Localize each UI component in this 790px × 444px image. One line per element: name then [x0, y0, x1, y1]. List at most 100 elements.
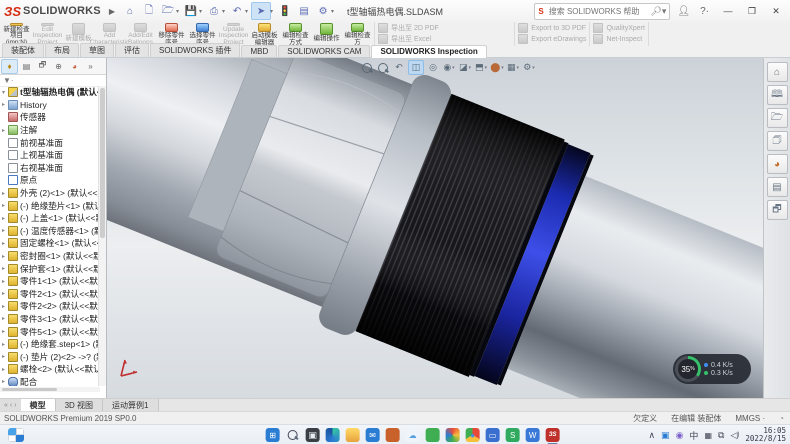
search-icon[interactable] — [286, 428, 300, 442]
tree-horizontal-scrollbar[interactable] — [0, 387, 100, 392]
tag-icon[interactable]: ◔ — [779, 414, 784, 423]
tab-装配体[interactable]: 装配体 — [2, 43, 44, 57]
dynamic-annotation-icon[interactable]: ◎ — [426, 61, 440, 74]
panel-tab-display-manager[interactable]: ◕ — [67, 60, 82, 73]
tree-item[interactable]: ▸零件1<1> (默认<<默认>_显示状态 — [0, 275, 100, 288]
panel-tab-property-manager[interactable]: ▤ — [19, 60, 34, 73]
taskbar-clock[interactable]: 16:05 2022/8/15 — [745, 427, 786, 443]
view-orientation-dropdown-arrow[interactable]: ▾ — [485, 65, 488, 71]
onedrive-icon[interactable]: ▣ — [661, 430, 670, 441]
zoom-to-area-icon[interactable] — [376, 61, 390, 74]
w-app-icon[interactable]: W — [526, 428, 540, 442]
tree-item[interactable]: ▸(-) 垫片 (2)<2> ->? (默认<<默认 — [0, 350, 100, 363]
select-cursor-icon[interactable]: ➤ — [251, 2, 271, 20]
tree-vertical-scrollbar[interactable] — [98, 86, 106, 386]
search-magnifier-icon[interactable]: 🔎︎▾ — [650, 6, 666, 17]
new-document-icon[interactable]: 🗋 — [140, 3, 158, 19]
cloud-app-icon[interactable]: ☁ — [406, 428, 420, 442]
view-settings-dropdown-arrow[interactable]: ▾ — [532, 65, 535, 71]
tab-solidworks-插件[interactable]: SOLIDWORKS 插件 — [150, 43, 240, 57]
tree-item[interactable]: 上视基准面 — [0, 149, 100, 162]
search-box[interactable]: S 🔎︎▾ — [534, 3, 670, 20]
zoom-to-fit-icon[interactable] — [360, 61, 374, 74]
green-app-icon[interactable] — [426, 428, 440, 442]
interference-check-icon[interactable]: 🚦 — [276, 3, 294, 19]
mail-icon[interactable]: ✉ — [366, 428, 380, 442]
minimize-button[interactable]: — — [716, 0, 740, 22]
chrome-icon[interactable]: ● — [466, 428, 480, 442]
apply-scene-dropdown-arrow[interactable]: ▾ — [517, 65, 520, 71]
tree-root-item[interactable]: ▾t型轴辐热电偶 (默认<默认_显示状态-1 — [0, 86, 100, 99]
tree-item[interactable]: ▸零件2<1> (默认<<默认>_显示状态 — [0, 288, 100, 301]
device-app-icon[interactable]: ▭ — [486, 428, 500, 442]
close-button[interactable]: ✕ — [764, 0, 788, 22]
tree-item[interactable]: ▸(-) 绝缘套.step<1> (默认<<默认> — [0, 338, 100, 351]
tree-item[interactable]: ▸螺栓<2> (默认<<默认>_显示状态 — [0, 363, 100, 376]
doc-tab-3D-视图[interactable]: 3D 视图 — [56, 399, 103, 411]
custom-properties-icon[interactable]: ▤ — [767, 177, 788, 197]
section-view-icon[interactable]: ◫ — [408, 60, 424, 75]
cast-display-icon[interactable]: ⧉ — [718, 430, 724, 441]
display-style-icon[interactable]: ◪▾ — [458, 61, 472, 74]
hide-show-items-dropdown-arrow[interactable]: ▾ — [452, 65, 455, 71]
file-explorer-icon[interactable] — [346, 428, 360, 442]
solidworks-resources-icon[interactable]: ⌂ — [767, 62, 788, 82]
tree-item[interactable]: 前视基准面 — [0, 136, 100, 149]
design-library-icon[interactable]: 🕮 — [767, 85, 788, 105]
undo-dropdown-arrow[interactable]: ▾ — [245, 8, 248, 15]
start-icon[interactable]: ⊞ — [266, 428, 280, 442]
tab-mbd[interactable]: MBD — [241, 45, 277, 57]
ime-language-indicator[interactable]: 中 — [689, 429, 698, 442]
display-style-dropdown-arrow[interactable]: ▾ — [469, 65, 472, 71]
undo-icon[interactable]: ↶ — [228, 3, 246, 19]
panel-tab-feature-manager[interactable]: ♦ — [1, 59, 18, 74]
home-icon[interactable]: ⌂ — [121, 3, 139, 19]
hide-show-items-icon[interactable]: ◉▾ — [442, 61, 456, 74]
ribbon-button-启动模板编辑器[interactable]: 启动模板编辑器 — [249, 22, 280, 46]
hidden-icons-chevron[interactable]: ∧ — [648, 430, 655, 441]
graphics-viewport[interactable]: ↶◫◎◉▾◪▾⬒▾⬤▾▦▾⚙▾ — [107, 58, 763, 398]
solidworks-icon[interactable]: ЗS — [546, 428, 560, 442]
widgets-icon[interactable] — [8, 428, 24, 442]
save-icon[interactable]: 💾 — [182, 3, 200, 19]
panel-tab-dimxpert-manager[interactable]: ⊕ — [51, 60, 66, 73]
tree-item[interactable]: ▸(-) 绝缘垫片<1> (默认<<默认>_显 — [0, 199, 100, 212]
tree-item[interactable]: ▸零件3<1> (默认<<默认>_显示状态 — [0, 313, 100, 326]
help-icon[interactable]: ?· — [697, 6, 712, 17]
doc-tab-运动算例1[interactable]: 运动算例1 — [103, 399, 158, 411]
appearances-scenes-icon[interactable]: ◕ — [767, 154, 788, 174]
tree-item[interactable]: ▸配合 — [0, 376, 100, 386]
tab-solidworks-cam[interactable]: SOLIDWORKS CAM — [278, 45, 370, 57]
tree-item[interactable]: ▸(-) 上盖<1> (默认<<默认>_显示状 — [0, 212, 100, 225]
apply-scene-icon[interactable]: ▦▾ — [506, 61, 520, 74]
tree-item[interactable]: ▸固定螺栓<1> (默认<<默认>_显示 — [0, 237, 100, 250]
task-view-icon[interactable]: ▣ — [306, 428, 320, 442]
view-orientation-icon[interactable]: ⬒▾ — [474, 61, 488, 74]
save-dropdown-arrow[interactable]: ▾ — [199, 8, 202, 15]
options-gear-icon[interactable]: ⚙ — [314, 3, 332, 19]
volume-icon[interactable]: ◁) — [730, 430, 739, 441]
solidworks-forum-icon[interactable]: 🗗 — [767, 200, 788, 220]
ribbon-button-编辑操作[interactable]: 编辑操作 — [311, 22, 342, 46]
view-settings-icon[interactable]: ⚙▾ — [522, 61, 536, 74]
tab-草图[interactable]: 草图 — [80, 43, 114, 57]
file-explorer-icon[interactable]: 🗁 — [767, 108, 788, 128]
edit-appearance-dropdown-arrow[interactable]: ▾ — [501, 65, 504, 71]
doc-tab-模型[interactable]: 模型 — [21, 399, 56, 411]
tab-solidworks-inspection[interactable]: SOLIDWORKS Inspection — [371, 45, 486, 58]
select-cursor-dropdown-arrow[interactable]: ▾ — [270, 8, 273, 15]
print-icon[interactable]: ⎙ — [205, 3, 223, 19]
view-palette-icon[interactable]: 🗇 — [767, 131, 788, 151]
options-gear-dropdown-arrow[interactable]: ▾ — [331, 8, 334, 15]
previous-view-icon[interactable]: ↶ — [392, 61, 406, 74]
tree-item[interactable]: 传感器 — [0, 111, 100, 124]
restore-button[interactable]: ❐ — [740, 0, 764, 22]
pinwheel-app-icon[interactable] — [446, 428, 460, 442]
print-dropdown-arrow[interactable]: ▾ — [222, 8, 225, 15]
panel-tab-configuration-manager[interactable]: 🗗 — [35, 60, 50, 73]
tree-item[interactable]: ▸零件5<1> (默认<<默认>_显示状态 — [0, 325, 100, 338]
tree-item[interactable]: ▸密封圈<1> (默认<<默认>_显示状 — [0, 250, 100, 263]
tab-scroll-arrows[interactable]: «‹› — [0, 399, 21, 411]
tab-评估[interactable]: 评估 — [115, 43, 149, 57]
panel-tab-pane-flyout[interactable]: » — [83, 60, 98, 73]
